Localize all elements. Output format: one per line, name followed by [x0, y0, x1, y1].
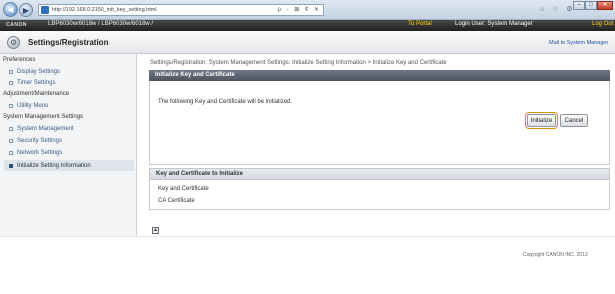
close-button[interactable]: ✕ [597, 1, 613, 10]
sidebar-item-initialize-setting-information[interactable]: Initialize Setting Information [4, 160, 134, 171]
page-title: Settings/Registration [28, 38, 109, 47]
sidebar-item-label: Security Settings [17, 138, 63, 144]
bullet-icon [9, 104, 13, 108]
bullet-icon [9, 163, 13, 168]
browser-tools-icon[interactable]: ⌂ ☆ ⚙ [540, 5, 576, 13]
sidebar-item-utility-menu[interactable]: Utility Menu [9, 103, 48, 109]
device-name: LBP6030w/6018w / LBP6030w/6018w / [48, 21, 154, 27]
bullet-icon [9, 70, 13, 74]
address-bar[interactable]: http://192.168.0.215/i_init_key_setting.… [38, 4, 324, 16]
logout-link[interactable]: Log Out [592, 21, 613, 27]
list-item: CA Certificate [158, 198, 195, 204]
sidebar-item-label: Initialize Setting Information [17, 162, 91, 169]
brand-logo: CANON [6, 22, 27, 28]
sidebar-heading-adjustment[interactable]: Adjustment/Maintenance [3, 91, 69, 97]
minimize-button[interactable]: – [573, 1, 585, 10]
sidebar: Preferences Display Settings Timer Setti… [0, 54, 137, 236]
sidebar-item-label: Timer Settings [17, 80, 56, 86]
cancel-button[interactable]: Cancel [560, 114, 588, 127]
divider [0, 236, 615, 237]
bullet-icon [9, 81, 13, 85]
sidebar-item-label: Network Settings [17, 150, 63, 156]
to-portal-link[interactable]: To Portal [408, 21, 432, 27]
list-item: Key and Certificate [158, 186, 209, 192]
page-header: ⚙ Settings/Registration Mail to System M… [0, 31, 615, 54]
sidebar-item-label: Display Settings [17, 69, 61, 75]
favicon-icon [41, 6, 49, 14]
address-tools-icon[interactable]: ρ - ⊠ ¢ ✕ [278, 6, 321, 13]
address-url[interactable]: http://192.168.0.215/i_init_key_setting.… [52, 7, 157, 13]
forward-arrow-icon[interactable]: ▶ [19, 3, 33, 17]
sidebar-item-system-management[interactable]: System Management [9, 126, 74, 132]
sidebar-heading-system-management-settings[interactable]: System Management Settings [3, 114, 83, 120]
list-body [149, 180, 610, 210]
sidebar-item-security-settings[interactable]: Security Settings [9, 138, 62, 144]
sidebar-item-label: System Management [17, 126, 74, 132]
bullet-icon [9, 127, 13, 131]
window-controls: – □ ✕ [573, 1, 613, 10]
initialize-button[interactable]: Initialize [525, 112, 558, 129]
list-heading: Key and Certificate to Initialize [149, 168, 610, 180]
back-arrow-icon[interactable]: ◀ [3, 2, 18, 17]
panel-title: Initialize Key and Certificate [149, 70, 610, 81]
breadcrumb: Settings/Registration: System Management… [150, 60, 447, 66]
maximize-button[interactable]: □ [585, 1, 597, 10]
back-to-top-icon[interactable]: ▲ [152, 227, 159, 234]
confirmation-message: The following Key and Certificate will b… [158, 99, 293, 105]
bullet-icon [9, 151, 13, 155]
settings-gear-icon: ⚙ [7, 36, 20, 49]
sidebar-item-timer-settings[interactable]: Timer Settings [9, 80, 55, 86]
sidebar-item-label: Utility Menu [17, 103, 49, 109]
sidebar-item-display-settings[interactable]: Display Settings [9, 69, 60, 75]
sidebar-item-network-settings[interactable]: Network Settings [9, 150, 62, 156]
bullet-icon [9, 139, 13, 143]
sidebar-heading-preferences[interactable]: Preferences [3, 57, 35, 63]
device-header-bar: CANON LBP6030w/6018w / LBP6030w/6018w / … [0, 20, 615, 31]
browser-toolbar: ◀ ▶ http://192.168.0.215/i_init_key_sett… [0, 0, 615, 20]
login-user-label: Login User: System Manager [455, 21, 533, 27]
copyright-text: Copyright CANON INC. 2013 [523, 252, 588, 258]
mail-to-manager-link[interactable]: Mail to System Manager [549, 40, 608, 46]
